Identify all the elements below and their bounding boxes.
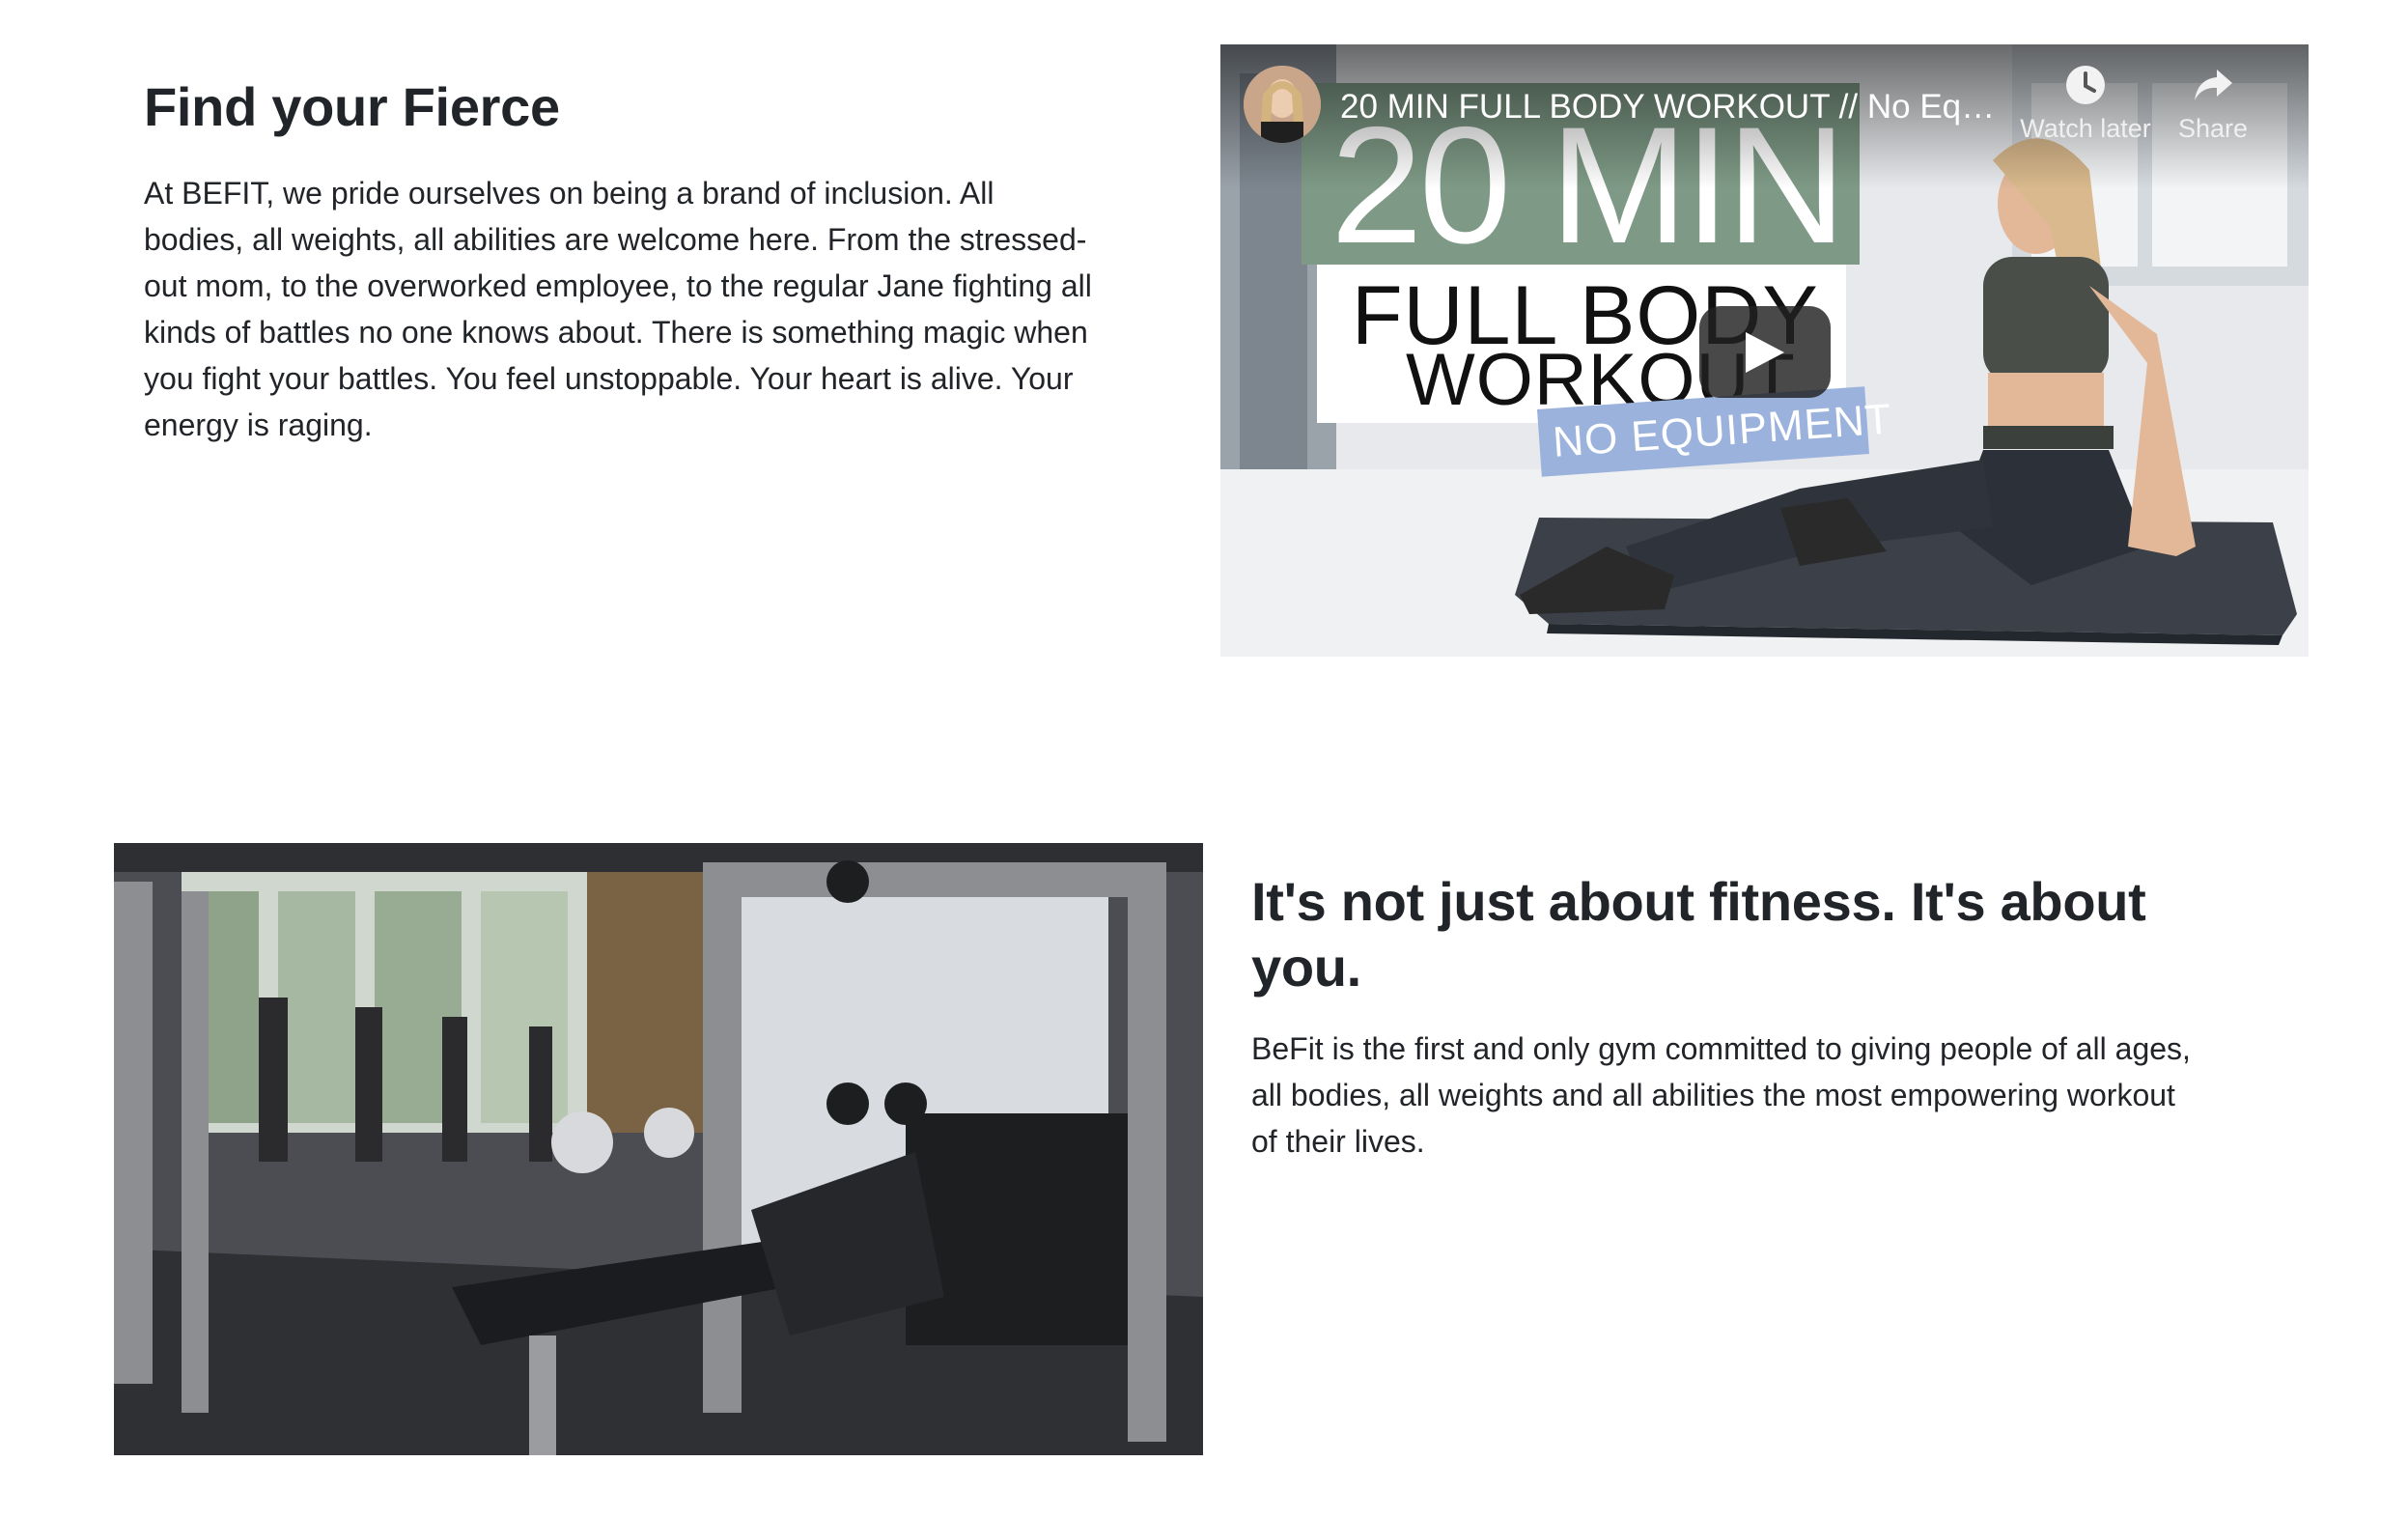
gym-equipment-image <box>114 843 1203 1455</box>
thumbnail-text-no-equipment: NO EQUIPMENT <box>1551 395 1894 466</box>
watch-later-label: Watch later <box>2020 114 2151 143</box>
share-arrow-icon <box>2195 70 2232 100</box>
watch-later-button[interactable]: Watch later <box>2018 64 2153 145</box>
clock-icon <box>2066 66 2105 104</box>
play-button[interactable] <box>1699 306 1831 398</box>
share-label: Share <box>2177 114 2249 143</box>
youtube-video-embed[interactable]: 20 MIN FULL BODY WORKOUT NO EQUIPMENT 20… <box>1220 44 2309 657</box>
page: Find your Fierce At BEFIT, we pride ours… <box>0 0 2408 1518</box>
video-title-link[interactable]: 20 MIN FULL BODY WORKOUT // No Equ... <box>1340 87 2006 127</box>
section-body: BeFit is the first and only gym committe… <box>1251 1031 2191 1159</box>
share-button[interactable]: Share <box>2155 64 2271 145</box>
section-heading: It's not just about fitness. It's about … <box>1251 871 2146 998</box>
play-icon <box>1746 332 1784 373</box>
find-your-fierce-section: Find your Fierce At BEFIT, we pride ours… <box>144 71 1100 448</box>
about-you-section: It's not just about fitness. It's about … <box>1251 869 2207 1165</box>
section-body: At BEFIT, we pride ourselves on being a … <box>144 176 1092 442</box>
section-heading: Find your Fierce <box>144 76 560 137</box>
channel-avatar[interactable] <box>1244 66 1321 143</box>
